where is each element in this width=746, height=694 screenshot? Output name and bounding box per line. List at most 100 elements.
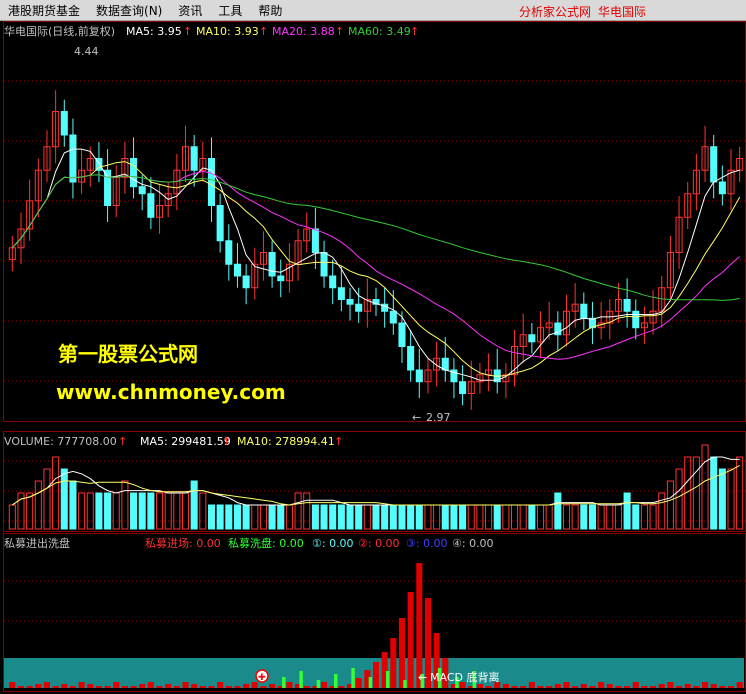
volume-bar	[233, 504, 241, 530]
indicator-red-bar	[390, 638, 397, 688]
indicator-red-bar	[130, 686, 137, 688]
candle-body	[407, 346, 415, 371]
indicator-red-bar	[355, 678, 362, 688]
candle-body	[337, 287, 345, 300]
volume-bar	[407, 504, 415, 530]
volume-bar	[277, 504, 285, 530]
indicator-red-bar	[260, 686, 267, 688]
indicator-green-bar	[368, 677, 373, 688]
volume-bar	[485, 504, 493, 530]
indicator-red-bar	[217, 682, 224, 688]
volume-bar	[242, 504, 250, 530]
candle-body	[233, 263, 241, 277]
indicator-red-bar	[407, 592, 414, 688]
indicator-red-bar	[676, 686, 683, 688]
menu-item-data-query[interactable]: 数据查询(N)	[88, 2, 170, 19]
candle-body	[268, 252, 276, 277]
indicator-red-bar	[476, 684, 483, 688]
indicator-red-bar	[702, 682, 709, 688]
volume-bar	[225, 504, 233, 530]
volume-bar	[43, 468, 51, 530]
volume-bar	[104, 492, 112, 530]
candle-body	[718, 181, 726, 195]
indicator-red-bar	[121, 686, 128, 688]
candle-body	[277, 275, 285, 282]
indicator-red-bar	[580, 684, 587, 688]
volume-bar	[692, 456, 700, 530]
volume-bar	[606, 504, 614, 530]
indicator-red-bar	[208, 686, 215, 688]
candle-body	[632, 310, 640, 329]
volume-bar	[199, 492, 207, 530]
indicator-green-bar	[334, 674, 338, 688]
volume-bar	[511, 504, 519, 530]
indicator-red-bar	[251, 682, 258, 688]
volume-bar	[493, 504, 501, 530]
volume-bar	[190, 480, 198, 530]
volume-ma10-up-arrow: ↑	[334, 435, 343, 448]
volume-bar	[52, 456, 60, 530]
brand-site-link[interactable]: 分析家公式网	[519, 3, 591, 20]
volume-bars	[8, 444, 744, 530]
stock-chart-svg[interactable]: 华电国际(日线,前复权) MA5: 3.95 MA10: 3.93 MA20: …	[0, 21, 746, 694]
indicator-red-bar	[147, 682, 154, 688]
volume-bar	[303, 492, 311, 530]
indicator-red-bar	[52, 686, 59, 688]
volume-bar	[173, 492, 181, 530]
volume-bar	[320, 504, 328, 530]
indicator-red-bar	[156, 686, 163, 688]
volume-bar	[675, 468, 683, 530]
indicator-red-bar	[528, 682, 535, 688]
indicator-red-bar	[95, 686, 102, 688]
volume-bar	[441, 504, 449, 530]
indicator-red-bar	[9, 682, 16, 688]
candle-body	[398, 322, 406, 347]
indicator-c1-label: ①: 0.00	[312, 537, 354, 550]
volume-bar	[95, 492, 103, 530]
menu-item-tools[interactable]: 工具	[210, 2, 250, 19]
volume-bar	[138, 492, 146, 530]
menu-item-help[interactable]: 帮助	[250, 2, 290, 19]
menu-bar: 港股期货基金 数据查询(N) 资讯 工具 帮助 分析家公式网 华电国际	[0, 0, 746, 21]
menu-item-news[interactable]: 资讯	[170, 2, 210, 19]
chart-area[interactable]: 华电国际(日线,前复权) MA5: 3.95 MA10: 3.93 MA20: …	[0, 21, 746, 694]
indicator-red-bar	[710, 684, 717, 688]
indicator-entry-label: 私募进场: 0.00	[145, 536, 221, 550]
ma10-label: MA10: 3.93	[196, 25, 259, 38]
candle-body	[459, 381, 467, 394]
volume-bar	[69, 480, 77, 530]
volume-bar	[658, 492, 666, 530]
candle-body	[346, 299, 354, 305]
ma5-label: MA5: 3.95	[126, 25, 182, 38]
volume-bar	[554, 492, 562, 530]
volume-bar	[259, 504, 267, 530]
volume-up-arrow: ↑	[118, 435, 127, 448]
high-price-label: 4.44	[74, 45, 99, 58]
volume-bar	[597, 504, 605, 530]
candle-body	[147, 193, 155, 218]
indicator-red-bar	[17, 686, 25, 688]
indicator-red-bar	[736, 682, 743, 688]
indicator-wash-label: 私募洗盘: 0.00	[228, 536, 304, 550]
volume-bar	[294, 492, 302, 530]
volume-bar	[86, 492, 94, 530]
volume-bar	[346, 504, 354, 530]
indicator-green-bar	[299, 671, 303, 688]
indicator-red-bar	[650, 686, 657, 688]
ma20-line	[11, 170, 741, 360]
indicator-red-bar	[87, 684, 94, 688]
volume-bar	[155, 492, 164, 530]
indicator-green-bar	[403, 680, 407, 688]
volume-bar	[355, 504, 363, 530]
indicator-red-bar	[719, 686, 726, 688]
volume-bar	[164, 492, 172, 530]
indicator-red-bar	[615, 686, 622, 688]
volume-ma10-label: MA10: 278994.41	[237, 435, 335, 448]
indicator-green-bar	[385, 671, 390, 688]
volume-bar	[372, 504, 380, 530]
candle-body	[216, 205, 224, 242]
indicator-red-bar	[485, 686, 492, 688]
volume-bar	[311, 504, 319, 530]
ma60-label: MA60: 3.49	[348, 25, 411, 38]
menu-item-hk-futures[interactable]: 港股期货基金	[0, 2, 88, 19]
